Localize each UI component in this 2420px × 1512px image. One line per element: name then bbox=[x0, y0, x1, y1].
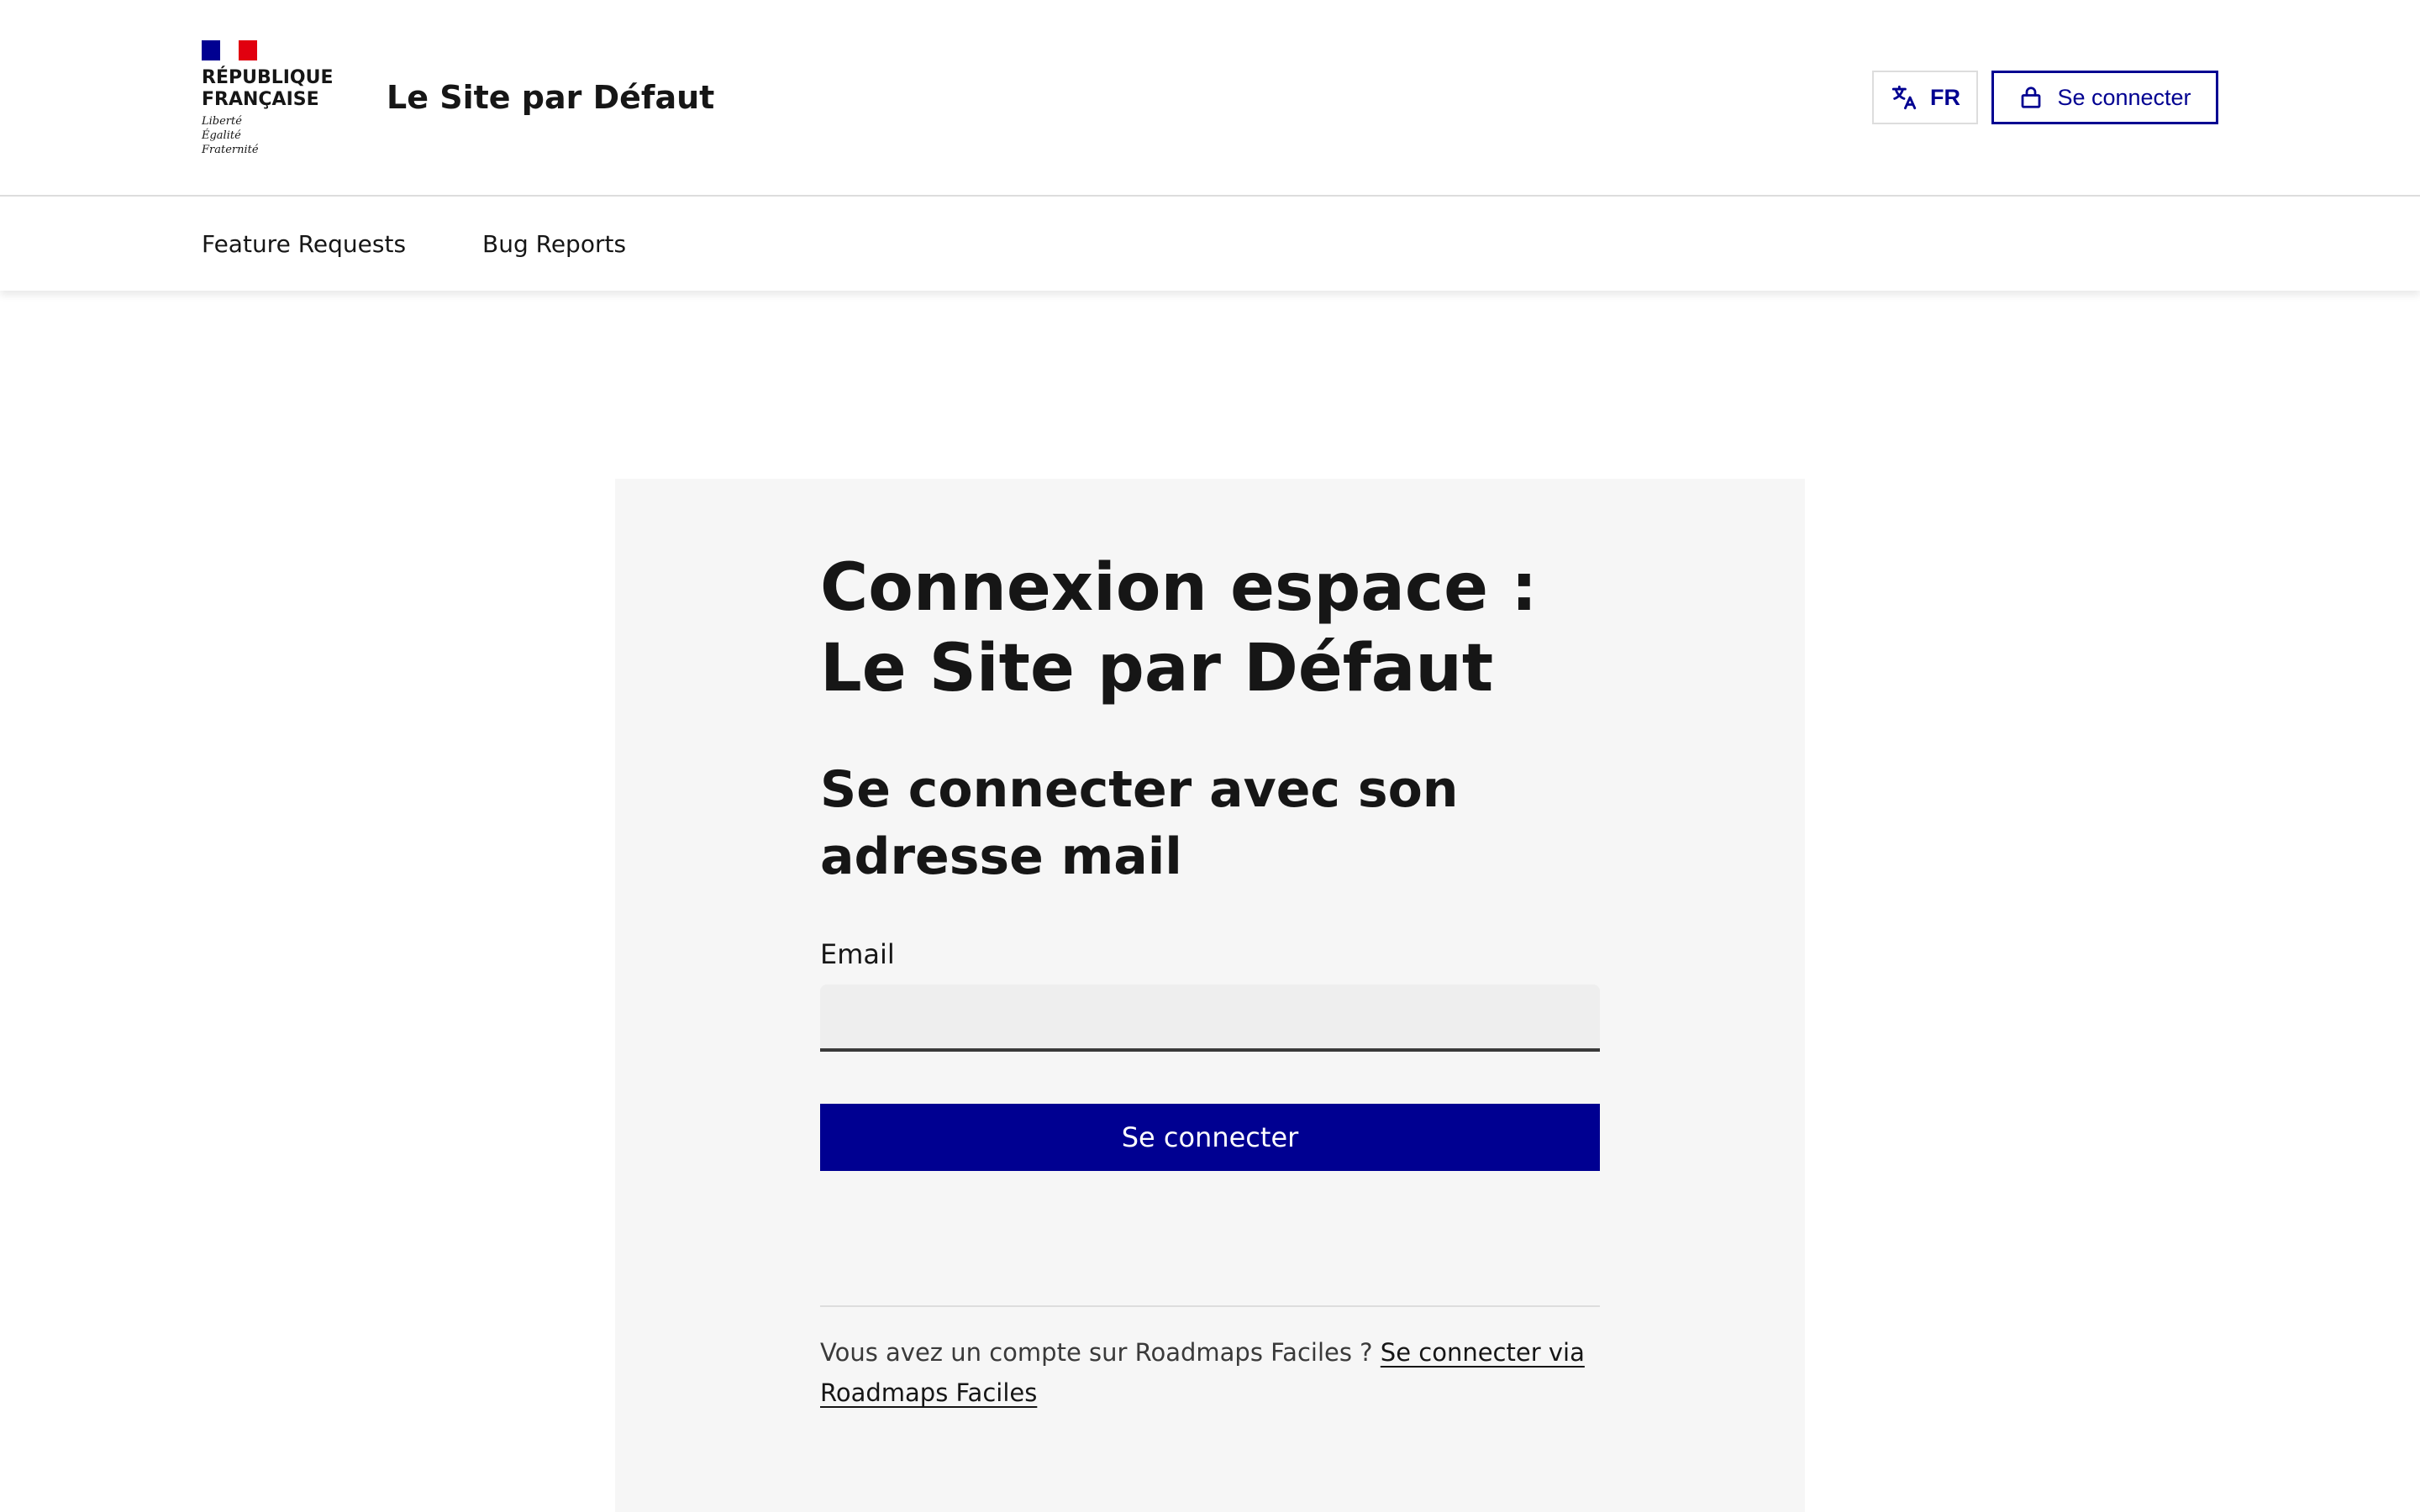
email-field[interactable] bbox=[820, 984, 1600, 1052]
login-card: Connexion espace : Le Site par Défaut Se… bbox=[615, 479, 1805, 1512]
alternate-login-text: Vous avez un compte sur Roadmaps Faciles… bbox=[820, 1332, 1600, 1413]
translate-icon bbox=[1891, 85, 1917, 110]
language-selector-button[interactable]: FR bbox=[1872, 71, 1978, 124]
logo-line-2: FRANÇAISE bbox=[202, 89, 319, 110]
header-login-button[interactable]: Se connecter bbox=[1991, 71, 2218, 124]
nav-item-feature-requests[interactable]: Feature Requests bbox=[202, 223, 406, 265]
site-header: RÉPUBLIQUE FRANÇAISE Liberté Égalité Fra… bbox=[0, 0, 2420, 197]
nav-item-bug-reports[interactable]: Bug Reports bbox=[482, 223, 626, 265]
republique-francaise-logo[interactable]: RÉPUBLIQUE FRANÇAISE Liberté Égalité Fra… bbox=[202, 40, 345, 160]
lock-icon bbox=[2022, 87, 2041, 108]
header-login-label: Se connecter bbox=[2057, 84, 2191, 110]
main-navigation: Feature Requests Bug Reports bbox=[0, 198, 2420, 291]
page-title: Connexion espace : Le Site par Défaut bbox=[820, 550, 1538, 706]
motto-fraternite: Fraternité bbox=[202, 144, 259, 156]
logo-text: RÉPUBLIQUE FRANÇAISE bbox=[202, 67, 334, 111]
logo-line-1: RÉPUBLIQUE bbox=[202, 67, 334, 88]
motto-liberte: Liberté bbox=[202, 115, 242, 128]
logo-motto: Liberté Égalité Fraternité bbox=[202, 114, 259, 157]
alternate-login-prompt: Vous avez un compte sur Roadmaps Faciles… bbox=[820, 1338, 1381, 1367]
language-label: FR bbox=[1930, 84, 1960, 110]
submit-login-button[interactable]: Se connecter bbox=[820, 1104, 1600, 1171]
site-title[interactable]: Le Site par Défaut bbox=[387, 74, 714, 121]
marianne-flag-icon bbox=[202, 40, 257, 60]
login-form: Connexion espace : Le Site par Défaut Se… bbox=[820, 548, 1600, 1413]
divider bbox=[820, 1305, 1600, 1307]
login-subtitle: Se connecter avec son adresse mail bbox=[820, 760, 1459, 886]
motto-egalite: Égalité bbox=[202, 129, 241, 142]
email-label: Email bbox=[820, 938, 895, 970]
